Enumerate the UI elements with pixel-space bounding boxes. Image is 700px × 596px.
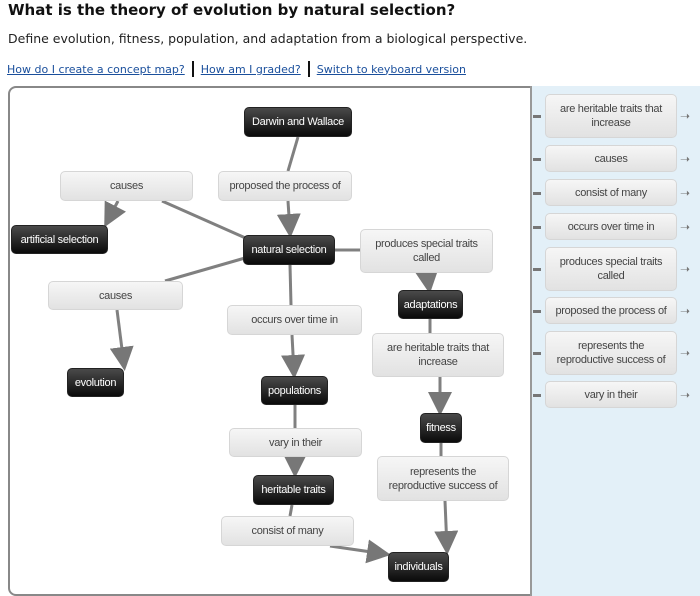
concept-darwin-and-wallace[interactable]: Darwin and Wallace	[244, 107, 352, 137]
arrow-right-icon[interactable]: ➝	[680, 347, 690, 359]
bank-link-item[interactable]: causes	[545, 145, 677, 172]
link-tail-handle[interactable]	[533, 268, 541, 271]
link-tail-handle[interactable]	[533, 191, 541, 195]
link-produces-special-traits[interactable]: produces special traits called	[360, 229, 493, 273]
edge	[281, 334, 306, 379]
bank-link-item[interactable]: represents the reproductive success of	[545, 331, 677, 375]
bank-link-item[interactable]: produces special traits called	[545, 247, 677, 291]
bank-link-item[interactable]: proposed the process of	[545, 297, 677, 324]
edge	[276, 200, 301, 238]
link-tail-handle[interactable]	[533, 157, 541, 161]
arrow-right-icon[interactable]: ➝	[680, 305, 690, 317]
link-vary-in-their[interactable]: vary in their	[229, 428, 362, 457]
link-tail-handle[interactable]	[533, 393, 541, 397]
link-represents-reproductive-success[interactable]: represents the reproductive success of	[377, 456, 509, 501]
concept-adaptations[interactable]: adaptations	[398, 290, 463, 319]
bank-link-item[interactable]: are heritable traits that increase	[545, 94, 677, 138]
edge	[109, 309, 134, 371]
link-causes[interactable]: causes	[60, 171, 193, 201]
edge	[161, 199, 251, 242]
concept-fitness[interactable]: fitness	[420, 413, 462, 443]
arrow-right-icon[interactable]: ➝	[680, 263, 690, 275]
arrow-right-icon[interactable]: ➝	[680, 153, 690, 165]
edge	[288, 504, 294, 517]
edge	[434, 500, 459, 555]
concept-evolution[interactable]: evolution	[67, 368, 124, 397]
concept-natural-selection[interactable]: natural selection	[243, 235, 335, 265]
concept-populations[interactable]: populations	[261, 376, 328, 405]
link-are-heritable-traits[interactable]: are heritable traits that increase	[372, 333, 504, 377]
link-consist-of-many[interactable]: consist of many	[221, 516, 354, 546]
edge	[288, 264, 293, 306]
link-occurs-over-time-in[interactable]: occurs over time in	[227, 305, 362, 335]
arrow-right-icon[interactable]: ➝	[680, 389, 690, 401]
concept-artificial-selection[interactable]: artificial selection	[11, 225, 108, 254]
link-tail-handle[interactable]	[533, 352, 541, 355]
concept-heritable-traits[interactable]: heritable traits	[253, 475, 334, 505]
link-tail-handle[interactable]	[533, 309, 541, 313]
bank-link-item[interactable]: vary in their	[545, 381, 677, 408]
link-tail-handle[interactable]	[533, 225, 541, 229]
edge	[104, 200, 126, 228]
arrow-right-icon[interactable]: ➝	[680, 187, 690, 199]
arrow-right-icon[interactable]: ➝	[680, 110, 690, 122]
link-proposed-the-process-of[interactable]: proposed the process of	[218, 171, 352, 201]
edge	[414, 268, 439, 294]
arrow-right-icon[interactable]: ➝	[680, 221, 690, 233]
link-causes[interactable]: causes	[48, 281, 183, 310]
edge	[164, 256, 246, 283]
concept-individuals[interactable]: individuals	[388, 552, 449, 582]
link-tail-handle[interactable]	[533, 115, 541, 118]
bank-link-item[interactable]: occurs over time in	[545, 213, 677, 240]
bank-link-item[interactable]: consist of many	[545, 179, 677, 206]
edge	[329, 539, 391, 564]
edge	[286, 136, 300, 172]
